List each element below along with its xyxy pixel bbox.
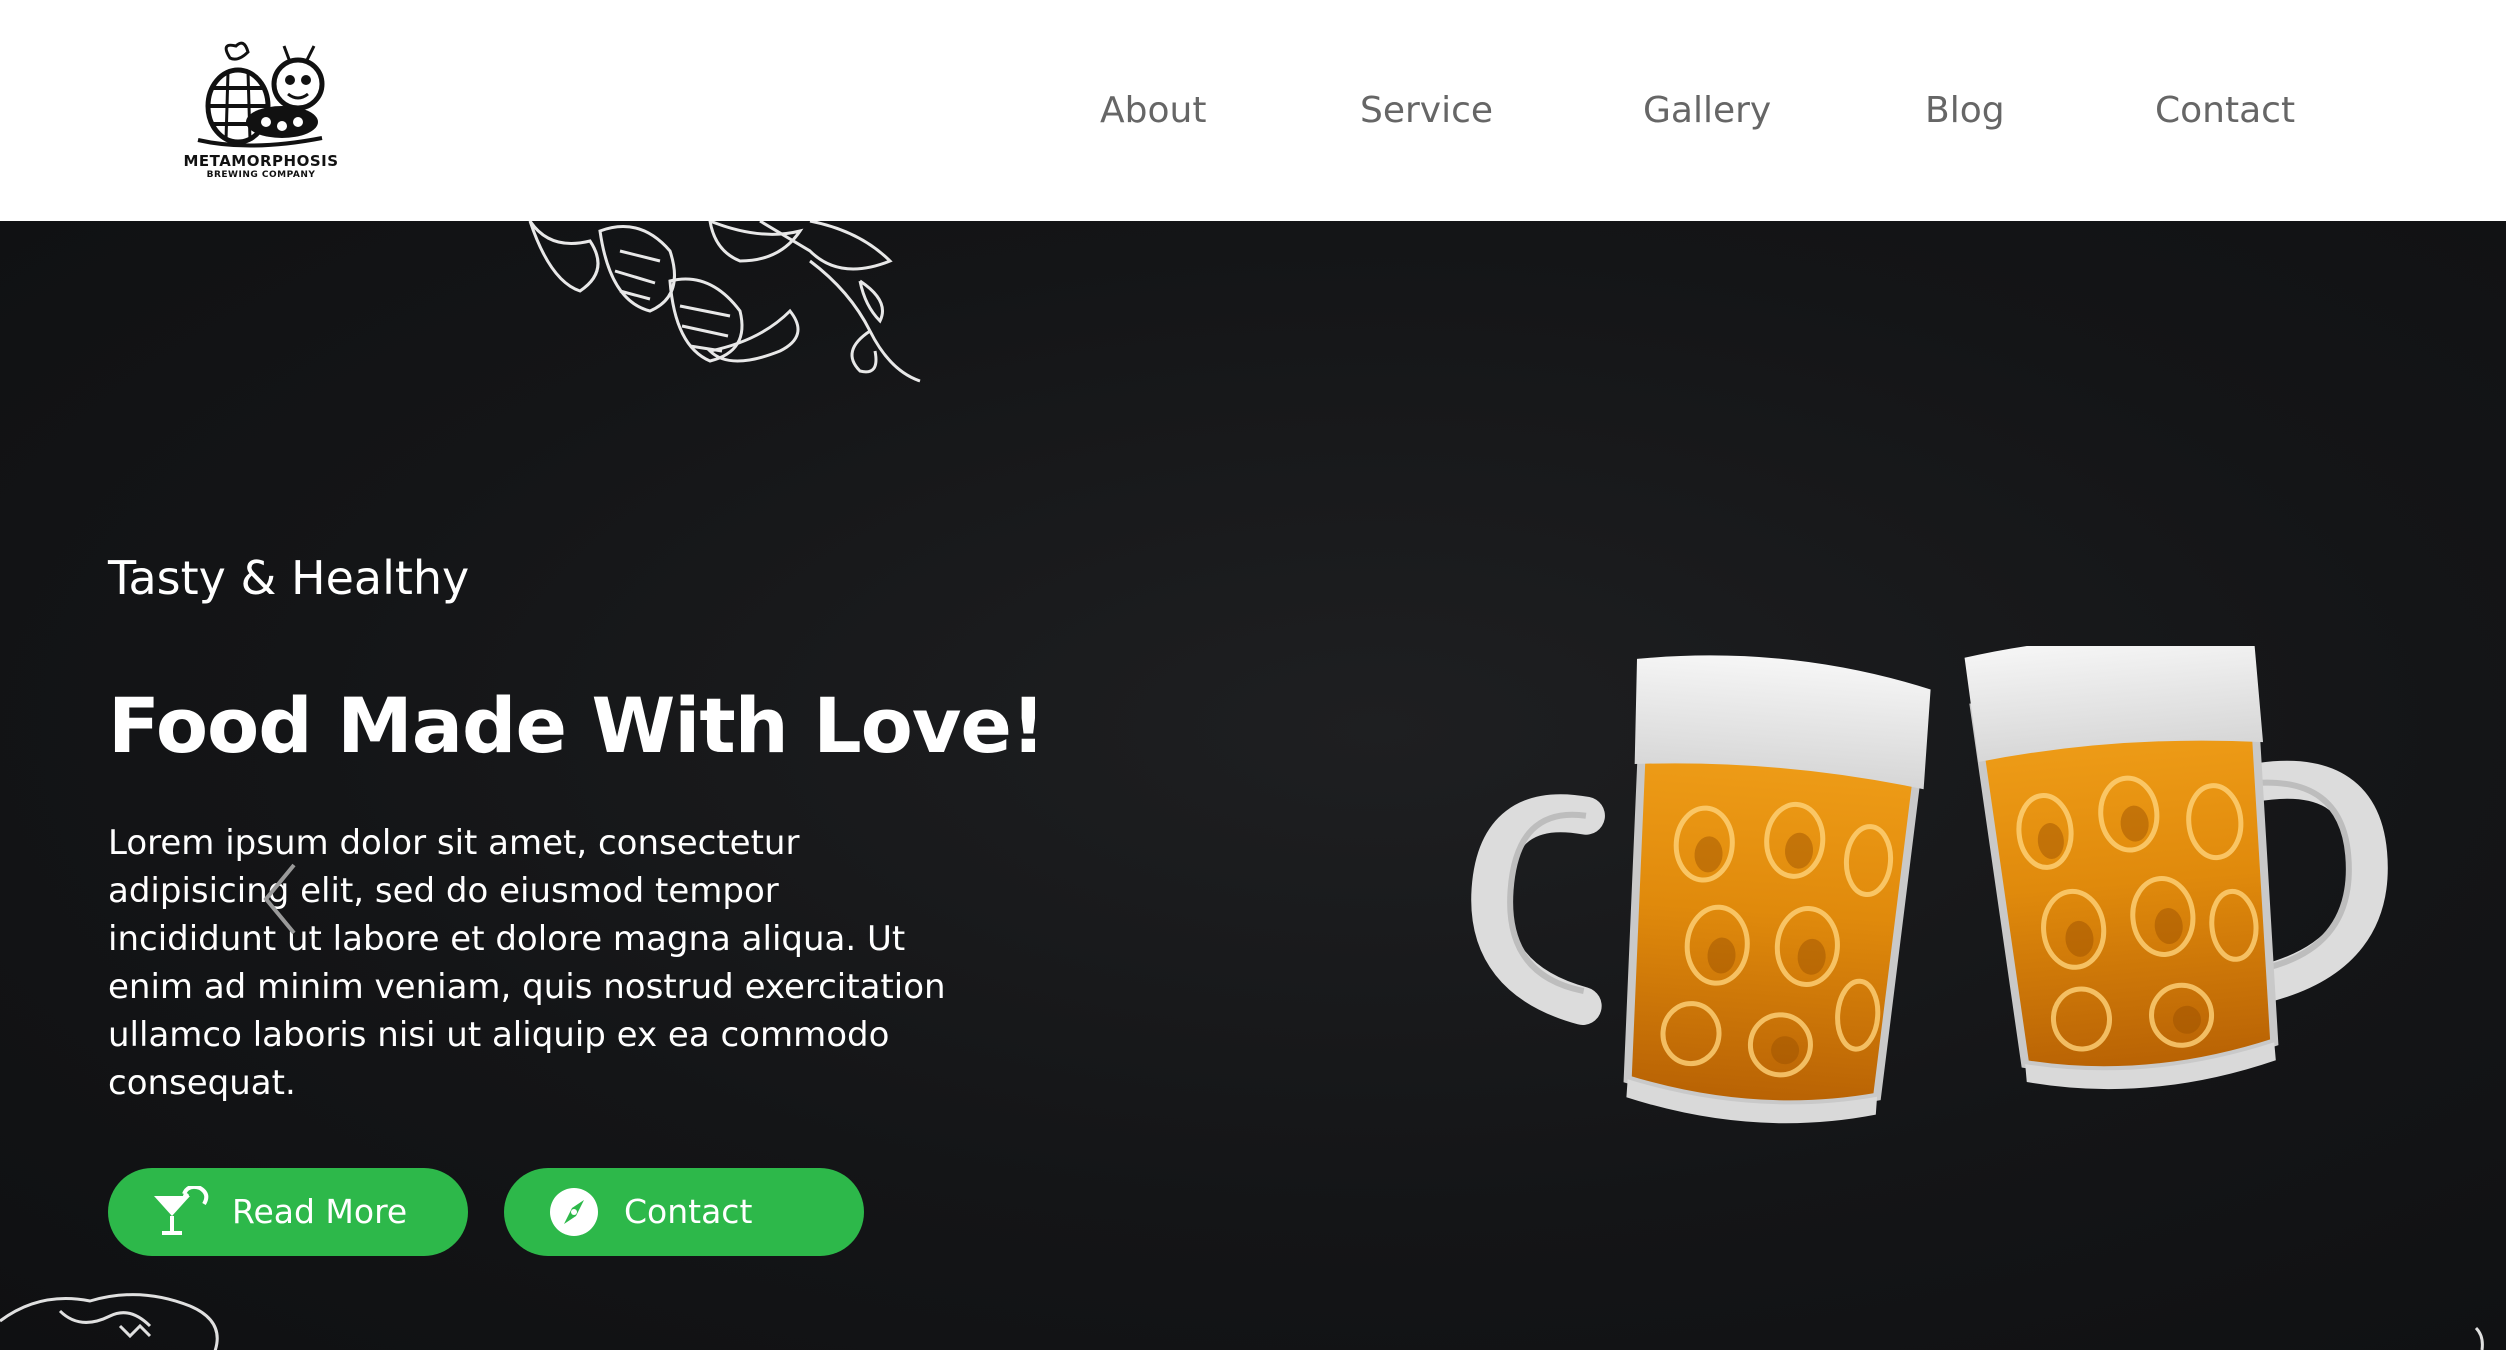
hero-title: Food Made With Love! <box>108 681 1046 770</box>
nav-item-about[interactable]: About <box>1100 86 1206 136</box>
nav-item-contact[interactable]: Contact <box>2155 86 2295 136</box>
site-header: METAMORPHOSIS BREWING COMPANY About Serv… <box>0 0 2506 221</box>
beer-mugs-image <box>1471 646 2388 1124</box>
chevron-left-icon[interactable] <box>260 861 300 937</box>
compass-icon <box>550 1188 598 1236</box>
hero-subtitle: Tasty & Healthy <box>108 551 470 605</box>
contact-label: Contact <box>624 1192 753 1231</box>
pretzel-illustration-icon <box>0 1293 219 1350</box>
brand-logo[interactable]: METAMORPHOSIS BREWING COMPANY <box>176 36 346 186</box>
brand-subtitle: BREWING COMPANY <box>206 170 316 180</box>
contact-button[interactable]: Contact <box>504 1168 864 1256</box>
read-more-button[interactable]: Read More <box>108 1168 468 1256</box>
hero-slider: Tasty & Healthy Food Made With Love! Lor… <box>0 221 2506 1350</box>
nav-item-gallery[interactable]: Gallery <box>1643 86 1771 136</box>
nav-item-service[interactable]: Service <box>1360 86 1493 136</box>
beetle-barrel-logo-icon <box>197 41 325 148</box>
brand-name: METAMORPHOSIS <box>183 152 339 170</box>
nav-item-blog[interactable]: Blog <box>1925 86 2005 136</box>
hero-description: Lorem ipsum dolor sit amet, consectetur … <box>108 823 946 1103</box>
cocktail-icon <box>154 1186 209 1235</box>
read-more-label: Read More <box>232 1192 408 1231</box>
sketch-fragment-icon <box>2474 1326 2484 1350</box>
hops-illustration-icon <box>528 221 921 383</box>
